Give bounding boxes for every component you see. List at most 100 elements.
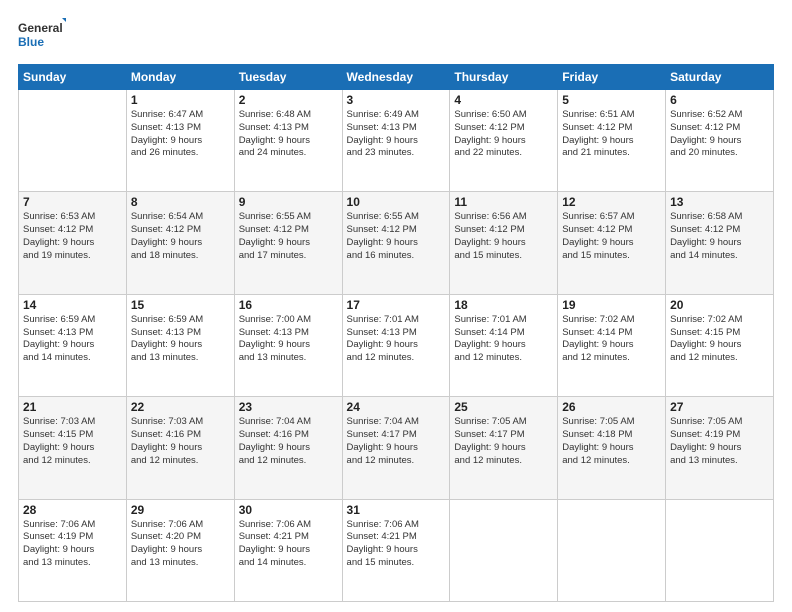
day-number: 7 bbox=[23, 195, 122, 209]
day-info: Sunrise: 7:06 AMSunset: 4:19 PMDaylight:… bbox=[23, 519, 122, 570]
day-number: 27 bbox=[670, 400, 769, 414]
day-number: 3 bbox=[347, 93, 446, 107]
calendar-cell bbox=[19, 90, 127, 192]
day-number: 11 bbox=[454, 195, 553, 209]
calendar-cell: 30 Sunrise: 7:06 AMSunset: 4:21 PMDayligh… bbox=[234, 499, 342, 601]
day-header-monday: Monday bbox=[126, 65, 234, 90]
week-row-2: 7 Sunrise: 6:53 AMSunset: 4:12 PMDaylight… bbox=[19, 192, 774, 294]
day-number: 9 bbox=[239, 195, 338, 209]
calendar-cell: 3 Sunrise: 6:49 AMSunset: 4:13 PMDaylight… bbox=[342, 90, 450, 192]
day-info: Sunrise: 6:59 AMSunset: 4:13 PMDaylight:… bbox=[131, 314, 230, 365]
calendar-cell: 2 Sunrise: 6:48 AMSunset: 4:13 PMDaylight… bbox=[234, 90, 342, 192]
day-info: Sunrise: 6:57 AMSunset: 4:12 PMDaylight:… bbox=[562, 211, 661, 262]
calendar-cell: 10 Sunrise: 6:55 AMSunset: 4:12 PMDayligh… bbox=[342, 192, 450, 294]
calendar-cell: 4 Sunrise: 6:50 AMSunset: 4:12 PMDaylight… bbox=[450, 90, 558, 192]
day-number: 14 bbox=[23, 298, 122, 312]
calendar-cell: 9 Sunrise: 6:55 AMSunset: 4:12 PMDaylight… bbox=[234, 192, 342, 294]
day-number: 13 bbox=[670, 195, 769, 209]
day-number: 16 bbox=[239, 298, 338, 312]
day-info: Sunrise: 7:06 AMSunset: 4:21 PMDaylight:… bbox=[239, 519, 338, 570]
calendar-cell: 26 Sunrise: 7:05 AMSunset: 4:18 PMDayligh… bbox=[558, 397, 666, 499]
calendar-cell: 25 Sunrise: 7:05 AMSunset: 4:17 PMDayligh… bbox=[450, 397, 558, 499]
calendar-cell: 20 Sunrise: 7:02 AMSunset: 4:15 PMDayligh… bbox=[666, 294, 774, 396]
calendar-cell: 22 Sunrise: 7:03 AMSunset: 4:16 PMDayligh… bbox=[126, 397, 234, 499]
day-info: Sunrise: 7:01 AMSunset: 4:14 PMDaylight:… bbox=[454, 314, 553, 365]
calendar-cell: 8 Sunrise: 6:54 AMSunset: 4:12 PMDaylight… bbox=[126, 192, 234, 294]
calendar-cell: 16 Sunrise: 7:00 AMSunset: 4:13 PMDayligh… bbox=[234, 294, 342, 396]
day-number: 2 bbox=[239, 93, 338, 107]
calendar-cell bbox=[558, 499, 666, 601]
calendar-cell: 24 Sunrise: 7:04 AMSunset: 4:17 PMDayligh… bbox=[342, 397, 450, 499]
calendar-cell: 7 Sunrise: 6:53 AMSunset: 4:12 PMDaylight… bbox=[19, 192, 127, 294]
day-number: 19 bbox=[562, 298, 661, 312]
day-info: Sunrise: 6:59 AMSunset: 4:13 PMDaylight:… bbox=[23, 314, 122, 365]
day-info: Sunrise: 6:50 AMSunset: 4:12 PMDaylight:… bbox=[454, 109, 553, 160]
calendar-cell: 12 Sunrise: 6:57 AMSunset: 4:12 PMDayligh… bbox=[558, 192, 666, 294]
day-info: Sunrise: 6:49 AMSunset: 4:13 PMDaylight:… bbox=[347, 109, 446, 160]
day-header-thursday: Thursday bbox=[450, 65, 558, 90]
day-number: 15 bbox=[131, 298, 230, 312]
day-number: 24 bbox=[347, 400, 446, 414]
day-info: Sunrise: 6:55 AMSunset: 4:12 PMDaylight:… bbox=[347, 211, 446, 262]
day-info: Sunrise: 7:03 AMSunset: 4:15 PMDaylight:… bbox=[23, 416, 122, 467]
day-number: 31 bbox=[347, 503, 446, 517]
calendar-cell: 31 Sunrise: 7:06 AMSunset: 4:21 PMDayligh… bbox=[342, 499, 450, 601]
week-row-3: 14 Sunrise: 6:59 AMSunset: 4:13 PMDayligh… bbox=[19, 294, 774, 396]
day-number: 12 bbox=[562, 195, 661, 209]
week-row-4: 21Sunrise: 7:03 AMSunset: 4:15 PMDayligh… bbox=[19, 397, 774, 499]
day-header-saturday: Saturday bbox=[666, 65, 774, 90]
day-number: 8 bbox=[131, 195, 230, 209]
logo-svg: General Blue bbox=[18, 18, 66, 54]
day-header-wednesday: Wednesday bbox=[342, 65, 450, 90]
day-header-tuesday: Tuesday bbox=[234, 65, 342, 90]
calendar: SundayMondayTuesdayWednesdayThursdayFrid… bbox=[18, 64, 774, 602]
calendar-cell: 5Sunrise: 6:51 AMSunset: 4:12 PMDaylight… bbox=[558, 90, 666, 192]
logo: General Blue bbox=[18, 18, 66, 54]
day-info: Sunrise: 7:02 AMSunset: 4:14 PMDaylight:… bbox=[562, 314, 661, 365]
calendar-cell: 29Sunrise: 7:06 AMSunset: 4:20 PMDayligh… bbox=[126, 499, 234, 601]
day-info: Sunrise: 7:04 AMSunset: 4:16 PMDaylight:… bbox=[239, 416, 338, 467]
calendar-cell: 15 Sunrise: 6:59 AMSunset: 4:13 PMDayligh… bbox=[126, 294, 234, 396]
calendar-cell: 1 Sunrise: 6:47 AMSunset: 4:13 PMDaylight… bbox=[126, 90, 234, 192]
day-info: Sunrise: 6:54 AMSunset: 4:12 PMDaylight:… bbox=[131, 211, 230, 262]
calendar-cell: 14 Sunrise: 6:59 AMSunset: 4:13 PMDayligh… bbox=[19, 294, 127, 396]
day-info: Sunrise: 6:58 AMSunset: 4:12 PMDaylight:… bbox=[670, 211, 769, 262]
day-number: 26 bbox=[562, 400, 661, 414]
day-number: 10 bbox=[347, 195, 446, 209]
day-info: Sunrise: 7:06 AMSunset: 4:21 PMDaylight:… bbox=[347, 519, 446, 570]
day-header-sunday: Sunday bbox=[19, 65, 127, 90]
calendar-cell: 27 Sunrise: 7:05 AMSunset: 4:19 PMDayligh… bbox=[666, 397, 774, 499]
day-info: Sunrise: 7:05 AMSunset: 4:18 PMDaylight:… bbox=[562, 416, 661, 467]
day-number: 1 bbox=[131, 93, 230, 107]
calendar-cell bbox=[666, 499, 774, 601]
page: General Blue SundayMondayTuesdayWednesda… bbox=[0, 0, 792, 612]
day-info: Sunrise: 7:04 AMSunset: 4:17 PMDaylight:… bbox=[347, 416, 446, 467]
day-info: Sunrise: 7:03 AMSunset: 4:16 PMDaylight:… bbox=[131, 416, 230, 467]
day-info: Sunrise: 6:53 AMSunset: 4:12 PMDaylight:… bbox=[23, 211, 122, 262]
day-info: Sunrise: 6:48 AMSunset: 4:13 PMDaylight:… bbox=[239, 109, 338, 160]
calendar-cell: 13 Sunrise: 6:58 AMSunset: 4:12 PMDayligh… bbox=[666, 192, 774, 294]
day-number: 20 bbox=[670, 298, 769, 312]
day-number: 4 bbox=[454, 93, 553, 107]
day-number: 6 bbox=[670, 93, 769, 107]
week-row-5: 28 Sunrise: 7:06 AMSunset: 4:19 PMDayligh… bbox=[19, 499, 774, 601]
day-info: Sunrise: 7:00 AMSunset: 4:13 PMDaylight:… bbox=[239, 314, 338, 365]
day-number: 28 bbox=[23, 503, 122, 517]
day-info: Sunrise: 6:55 AMSunset: 4:12 PMDaylight:… bbox=[239, 211, 338, 262]
calendar-cell: 19 Sunrise: 7:02 AMSunset: 4:14 PMDayligh… bbox=[558, 294, 666, 396]
day-number: 25 bbox=[454, 400, 553, 414]
day-number: 29 bbox=[131, 503, 230, 517]
day-info: Sunrise: 6:47 AMSunset: 4:13 PMDaylight:… bbox=[131, 109, 230, 160]
calendar-cell: 23Sunrise: 7:04 AMSunset: 4:16 PMDayligh… bbox=[234, 397, 342, 499]
day-info: Sunrise: 7:02 AMSunset: 4:15 PMDaylight:… bbox=[670, 314, 769, 365]
day-number: 18 bbox=[454, 298, 553, 312]
svg-text:General: General bbox=[18, 21, 63, 35]
day-number: 30 bbox=[239, 503, 338, 517]
day-number: 22 bbox=[131, 400, 230, 414]
day-info: Sunrise: 7:05 AMSunset: 4:17 PMDaylight:… bbox=[454, 416, 553, 467]
day-number: 17 bbox=[347, 298, 446, 312]
calendar-cell: 6Sunrise: 6:52 AMSunset: 4:12 PMDaylight… bbox=[666, 90, 774, 192]
day-info: Sunrise: 7:05 AMSunset: 4:19 PMDaylight:… bbox=[670, 416, 769, 467]
day-info: Sunrise: 7:01 AMSunset: 4:13 PMDaylight:… bbox=[347, 314, 446, 365]
calendar-cell: 21Sunrise: 7:03 AMSunset: 4:15 PMDayligh… bbox=[19, 397, 127, 499]
